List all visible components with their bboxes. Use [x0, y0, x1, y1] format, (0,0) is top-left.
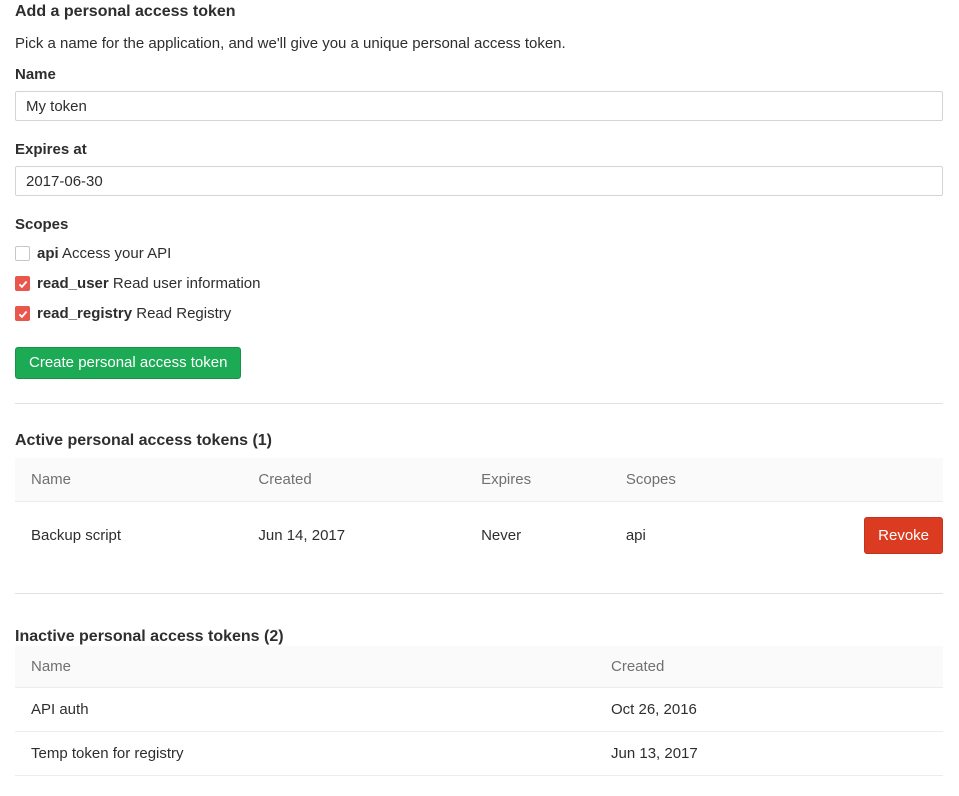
token-name-cell: API auth	[15, 688, 595, 732]
scope-checkbox-read-user[interactable]: read_user Read user information	[15, 275, 943, 292]
scope-description: Read Registry	[136, 305, 231, 322]
page-title: Add a personal access token	[15, 2, 943, 21]
expires-field-group: Expires at	[15, 141, 943, 196]
scopes-label: Scopes	[15, 216, 943, 233]
token-name-input[interactable]	[15, 91, 943, 121]
scopes-group: Scopes api Access your API read_user Rea…	[15, 216, 943, 322]
token-created-cell: Jun 13, 2017	[595, 732, 943, 776]
checkbox-read-user[interactable]	[15, 276, 30, 291]
column-header-expires: Expires	[465, 458, 610, 502]
column-header-name: Name	[15, 646, 595, 688]
checkbox-api[interactable]	[15, 246, 30, 261]
table-row: Temp token for registry Jun 13, 2017	[15, 732, 943, 776]
column-header-name: Name	[15, 458, 242, 502]
table-row: API auth Oct 26, 2016	[15, 688, 943, 732]
revoke-button[interactable]: Revoke	[864, 517, 943, 554]
checkbox-read-registry[interactable]	[15, 306, 30, 321]
token-name-cell: Temp token for registry	[15, 732, 595, 776]
token-name-cell: Backup script	[15, 502, 242, 570]
column-header-actions	[777, 458, 943, 502]
inactive-tokens-table: Name Created API auth Oct 26, 2016 Temp …	[15, 646, 943, 776]
token-created-cell: Oct 26, 2016	[595, 688, 943, 732]
scope-label: api Access your API	[37, 245, 171, 262]
personal-access-tokens-page: Add a personal access token Pick a name …	[0, 0, 959, 796]
check-icon	[18, 279, 28, 289]
token-expires-cell: Never	[465, 502, 610, 570]
section-divider	[15, 593, 943, 594]
expires-at-label: Expires at	[15, 141, 943, 158]
table-row: Backup script Jun 14, 2017 Never api Rev…	[15, 502, 943, 570]
token-action-cell: Revoke	[777, 502, 943, 570]
token-created-cell: Jun 14, 2017	[242, 502, 465, 570]
scope-description: Read user information	[113, 275, 261, 292]
scope-checkbox-api[interactable]: api Access your API	[15, 245, 943, 262]
active-tokens-table: Name Created Expires Scopes Backup scrip…	[15, 458, 943, 569]
active-tokens-title: Active personal access tokens (1)	[15, 432, 943, 450]
scope-name: api	[37, 245, 59, 262]
scope-checkbox-read-registry[interactable]: read_registry Read Registry	[15, 305, 943, 322]
check-icon	[18, 309, 28, 319]
scope-label: read_registry Read Registry	[37, 305, 231, 322]
form-description: Pick a name for the application, and we'…	[15, 34, 943, 53]
token-scopes-cell: api	[610, 502, 777, 570]
create-token-button[interactable]: Create personal access token	[15, 347, 241, 379]
inactive-tokens-title: Inactive personal access tokens (2)	[15, 628, 943, 646]
scope-name: read_registry	[37, 305, 132, 322]
scope-label: read_user Read user information	[37, 275, 260, 292]
column-header-created: Created	[595, 646, 943, 688]
scope-name: read_user	[37, 275, 109, 292]
name-label: Name	[15, 66, 943, 83]
expires-at-input[interactable]	[15, 166, 943, 196]
section-divider	[15, 403, 943, 404]
scope-description: Access your API	[62, 245, 171, 262]
name-field-group: Name	[15, 66, 943, 121]
active-table-header-row: Name Created Expires Scopes	[15, 458, 943, 502]
inactive-table-header-row: Name Created	[15, 646, 943, 688]
column-header-created: Created	[242, 458, 465, 502]
column-header-scopes: Scopes	[610, 458, 777, 502]
